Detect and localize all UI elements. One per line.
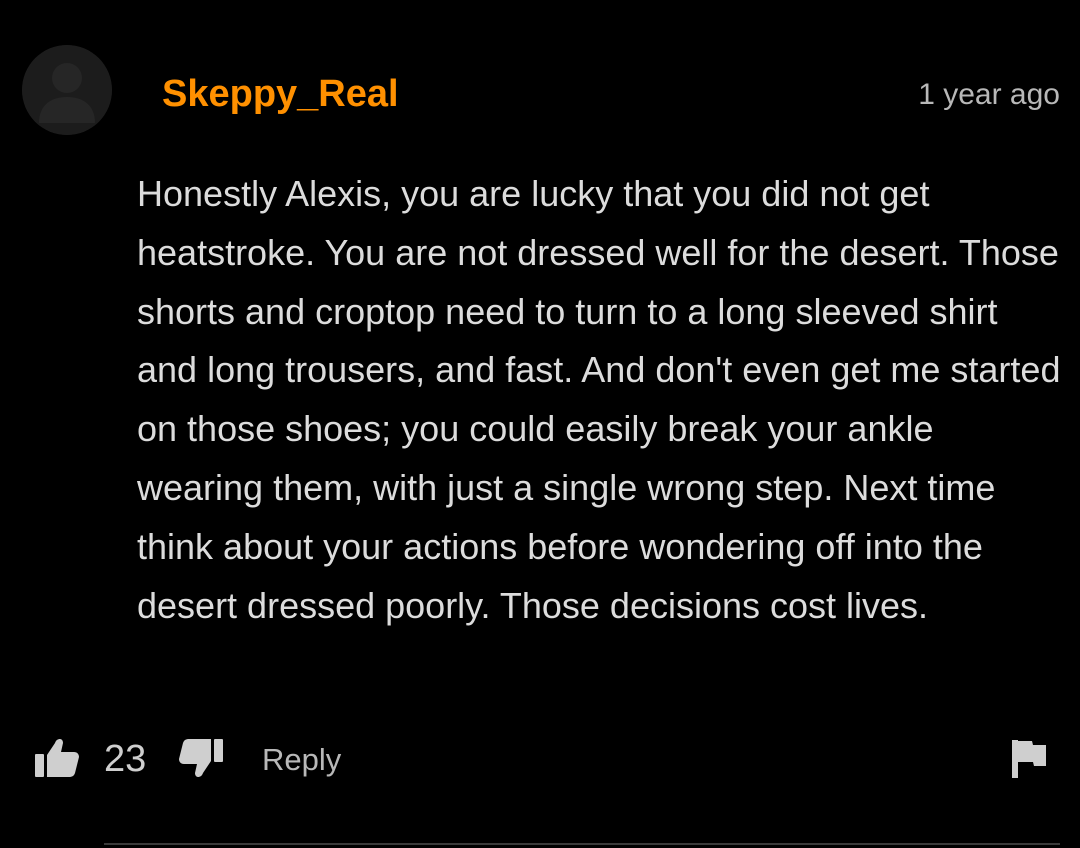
comment-card: Skeppy_Real 1 year ago Honestly Alexis, … <box>0 0 1080 848</box>
flag-icon <box>1012 740 1046 778</box>
report-button[interactable] <box>1010 738 1048 778</box>
comment-divider <box>104 843 1060 845</box>
comment-actions: 23 Reply <box>0 730 1080 790</box>
comment-author[interactable]: Skeppy_Real <box>162 70 399 118</box>
dislike-button[interactable] <box>178 738 224 778</box>
default-user-avatar-icon <box>22 45 112 135</box>
thumbs-down-icon <box>179 739 223 777</box>
like-button[interactable] <box>34 738 80 778</box>
thumbs-up-icon <box>35 739 79 777</box>
comment-timestamp: 1 year ago <box>918 78 1060 111</box>
comment-body: Honestly Alexis, you are lucky that you … <box>137 173 1061 626</box>
reply-button[interactable]: Reply <box>262 740 341 780</box>
like-count: 23 <box>104 738 147 780</box>
avatar[interactable] <box>22 45 112 135</box>
